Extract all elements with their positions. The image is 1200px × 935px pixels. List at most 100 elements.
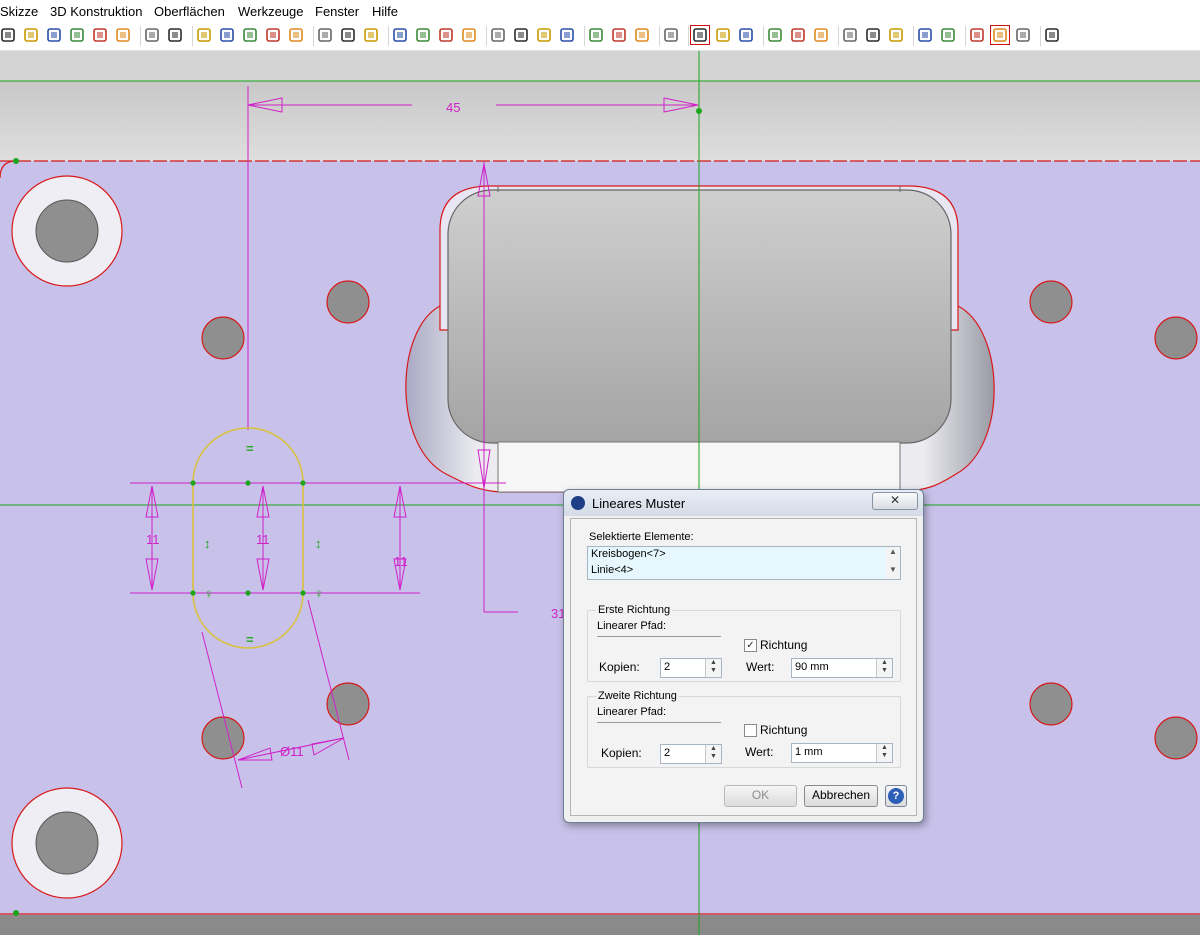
spin-arrows-icon[interactable]: ▲ ▼ bbox=[876, 659, 892, 677]
spin-arrows-icon[interactable]: ▲ ▼ bbox=[705, 745, 721, 763]
measure-icon[interactable] bbox=[415, 27, 431, 43]
zoom-search-icon[interactable] bbox=[917, 27, 933, 43]
view-dropdown-icon[interactable] bbox=[144, 27, 160, 43]
dialog-title: Lineares Muster bbox=[592, 496, 686, 511]
iso-view-icon-6[interactable] bbox=[115, 27, 131, 43]
toolbar-separator bbox=[763, 26, 764, 46]
value-stepper[interactable]: 1 mm ▲ ▼ bbox=[791, 743, 893, 763]
undo-icon[interactable] bbox=[842, 27, 858, 43]
render-icon[interactable] bbox=[265, 27, 281, 43]
linear-path-field[interactable] bbox=[597, 722, 721, 723]
value-stepper[interactable]: 90 mm ▲ ▼ bbox=[791, 658, 893, 678]
small-hole bbox=[1154, 316, 1198, 360]
direction-checkbox[interactable] bbox=[744, 724, 757, 737]
group-title: Erste Richtung bbox=[596, 604, 673, 616]
second-direction-group: Zweite Richtung Linearer Pfad: Richtung … bbox=[587, 690, 901, 768]
balance-icon[interactable] bbox=[513, 27, 529, 43]
copies-label: Kopien: bbox=[599, 660, 640, 674]
spin-arrows-icon[interactable]: ▲ ▼ bbox=[705, 659, 721, 677]
copies-stepper[interactable]: 2 ▲ ▼ bbox=[660, 744, 722, 764]
export-icon[interactable] bbox=[663, 27, 679, 43]
shaded-box-icon[interactable] bbox=[990, 25, 1010, 45]
distance-icon[interactable] bbox=[559, 27, 575, 43]
linear-path-label: Linearer Pfad: bbox=[597, 620, 667, 632]
material-icon[interactable] bbox=[219, 27, 235, 43]
menu-bar: Skizze 3D Konstruktion Oberflächen Werkz… bbox=[0, 0, 1200, 22]
copies-label: Kopien: bbox=[601, 746, 642, 760]
mesh-icon[interactable] bbox=[242, 27, 258, 43]
toolbar-separator bbox=[486, 26, 487, 46]
value-label: Wert: bbox=[746, 660, 775, 674]
grid-icon[interactable] bbox=[715, 27, 731, 43]
iso-view-icon-2[interactable] bbox=[23, 27, 39, 43]
align-icon[interactable] bbox=[536, 27, 552, 43]
list-scrollbar[interactable]: ▲ ▼ bbox=[886, 547, 900, 579]
profile-icon[interactable] bbox=[634, 27, 650, 43]
toolbar-separator bbox=[965, 26, 966, 46]
linear-path-field[interactable] bbox=[597, 636, 721, 637]
close-button[interactable]: ✕ bbox=[872, 492, 918, 510]
small-hole bbox=[201, 316, 245, 360]
hide-icon[interactable] bbox=[317, 27, 333, 43]
tangent-constraint-icon: ♀ bbox=[314, 586, 324, 601]
direction-checkbox[interactable]: ✓ bbox=[744, 639, 757, 652]
toolbar-separator bbox=[1040, 26, 1041, 46]
spacing-icon[interactable] bbox=[588, 27, 604, 43]
copies-stepper[interactable]: 2 ▲ ▼ bbox=[660, 658, 722, 678]
iso-view-icon-4[interactable] bbox=[69, 27, 85, 43]
direction-label: Richtung bbox=[760, 638, 808, 652]
back-arrow-icon[interactable] bbox=[940, 27, 956, 43]
toolbar-separator bbox=[584, 26, 585, 46]
background-top bbox=[0, 51, 1200, 81]
move-icon[interactable] bbox=[813, 27, 829, 43]
list-item[interactable]: Linie<4> bbox=[591, 564, 633, 576]
menu-skizze[interactable]: Skizze bbox=[0, 4, 38, 19]
axis-point bbox=[696, 108, 702, 114]
dim-label-11-inner: 11 bbox=[256, 532, 270, 547]
small-hole bbox=[1029, 682, 1073, 726]
forward-arrow-icon[interactable] bbox=[969, 27, 985, 43]
dialog-titlebar[interactable]: Lineares Muster ✕ bbox=[564, 490, 923, 516]
help-button[interactable]: ? bbox=[885, 785, 907, 807]
toolbar bbox=[0, 22, 1200, 51]
selected-elements-list[interactable]: Kreisbogen<7> Linie<4> ▲ ▼ bbox=[587, 546, 901, 580]
dim-label-11-right: 11 bbox=[394, 554, 408, 569]
vertical-constraint-icon: ↕ bbox=[315, 536, 322, 551]
document-icon[interactable] bbox=[438, 27, 454, 43]
ok-button[interactable]: OK bbox=[724, 785, 797, 807]
app-logo-icon bbox=[571, 496, 585, 510]
dim-label-45: 45 bbox=[446, 100, 460, 115]
tools-icon[interactable] bbox=[767, 27, 783, 43]
equal-constraint-icon: = bbox=[246, 441, 254, 456]
zoom-in-icon[interactable] bbox=[865, 27, 881, 43]
wireframe-icon[interactable] bbox=[1015, 27, 1031, 43]
constraint-icon[interactable] bbox=[340, 27, 356, 43]
rotate-right-icon[interactable] bbox=[196, 27, 212, 43]
iso-view-icon-3[interactable] bbox=[46, 27, 62, 43]
visibility-icon[interactable] bbox=[288, 27, 304, 43]
menu-hilfe[interactable]: Hilfe bbox=[372, 4, 398, 19]
cancel-button[interactable]: Abbrechen bbox=[804, 785, 878, 807]
grid-red-icon[interactable] bbox=[738, 27, 754, 43]
menu-werkzeuge[interactable]: Werkzeuge bbox=[238, 4, 304, 19]
toolbar-separator bbox=[688, 26, 689, 46]
zoom-window-icon[interactable] bbox=[888, 27, 904, 43]
part-icon[interactable] bbox=[1044, 27, 1060, 43]
intersect-icon[interactable] bbox=[363, 27, 379, 43]
menu-oberflaechen[interactable]: Oberflächen bbox=[154, 4, 225, 19]
cross-icon[interactable] bbox=[392, 27, 408, 43]
iso-view-icon-1[interactable] bbox=[0, 27, 16, 43]
image-icon[interactable] bbox=[611, 27, 627, 43]
iso-view-icon-5[interactable] bbox=[92, 27, 108, 43]
list-item[interactable]: Kreisbogen<7> bbox=[591, 548, 666, 560]
menu-3d-konstruktion[interactable]: 3D Konstruktion bbox=[50, 4, 143, 19]
sketch-edit-icon[interactable] bbox=[690, 25, 710, 45]
central-pocket bbox=[405, 185, 995, 493]
paste-icon[interactable] bbox=[461, 27, 477, 43]
rotate-left-icon[interactable] bbox=[167, 27, 183, 43]
dim-label-diameter: Ø11 bbox=[280, 744, 304, 759]
spin-arrows-icon[interactable]: ▲ ▼ bbox=[876, 744, 892, 762]
ruler-icon[interactable] bbox=[490, 27, 506, 43]
menu-fenster[interactable]: Fenster bbox=[315, 4, 359, 19]
select-arrow-icon[interactable] bbox=[790, 27, 806, 43]
